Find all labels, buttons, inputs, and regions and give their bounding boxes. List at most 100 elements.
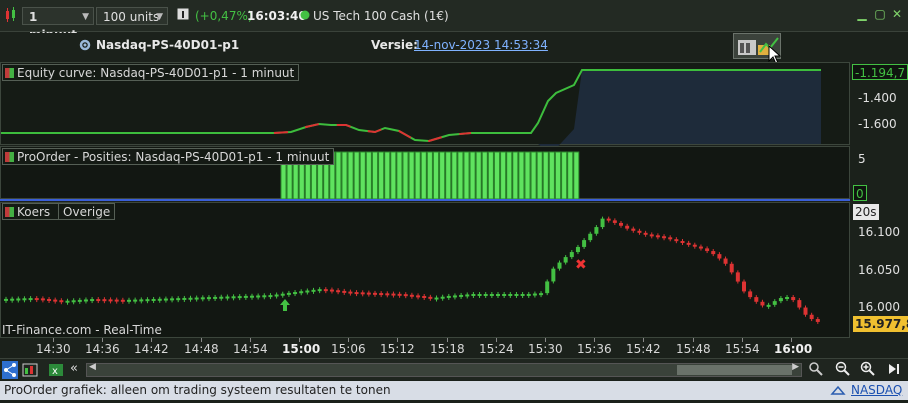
share-icon[interactable] xyxy=(2,361,18,379)
candle xyxy=(815,319,820,322)
candle xyxy=(225,296,230,299)
time-axis-tick-mark xyxy=(545,338,546,342)
info-icon[interactable] xyxy=(177,7,189,25)
minimize-icon[interactable]: ▁ xyxy=(856,8,868,20)
position-bar xyxy=(481,151,488,200)
time-axis-tick: 15:36 xyxy=(577,342,612,356)
candle xyxy=(705,248,710,252)
time-axis-tick-mark xyxy=(447,338,448,342)
candle xyxy=(723,258,728,264)
time-axis-tick-mark xyxy=(250,338,251,342)
candle xyxy=(594,227,599,234)
position-bar xyxy=(445,151,452,200)
position-bar xyxy=(524,151,531,200)
candle xyxy=(428,296,433,299)
candle xyxy=(778,298,783,302)
candle xyxy=(163,298,168,301)
candle xyxy=(385,293,390,296)
candle xyxy=(77,299,82,302)
spreadsheet-icon[interactable]: x xyxy=(48,362,64,381)
candle xyxy=(373,292,377,295)
time-axis-tick: 15:42 xyxy=(626,342,661,356)
close-icon[interactable]: ✕ xyxy=(891,8,903,20)
candle xyxy=(403,294,408,297)
time-axis-tick-mark xyxy=(299,338,300,342)
candle xyxy=(742,281,746,292)
candle xyxy=(237,296,242,299)
scroll-end-icon[interactable] xyxy=(886,361,902,380)
equity-axis-label: -1.600 xyxy=(858,117,897,131)
position-bar xyxy=(378,151,385,200)
candle xyxy=(422,296,427,299)
interval-select[interactable]: 1 minuut ▼ xyxy=(22,7,94,42)
positions-axis-label: 5 xyxy=(858,152,866,166)
time-axis-tick-mark xyxy=(348,338,349,342)
candle xyxy=(754,297,759,302)
candle xyxy=(256,295,261,298)
candle xyxy=(797,300,802,308)
candle xyxy=(28,298,33,301)
candle xyxy=(90,299,95,302)
panel-divider[interactable] xyxy=(0,199,850,201)
candle xyxy=(366,292,371,295)
scrollbar-thumb[interactable] xyxy=(677,365,792,375)
strategy-header: Nasdaq-PS-40D01-p1 Versie: 14-nov-2023 1… xyxy=(0,33,908,65)
position-bar xyxy=(451,151,458,200)
price-axis-label: 16.100 xyxy=(858,225,900,239)
candle xyxy=(748,291,753,298)
chart-layout-icon[interactable] xyxy=(22,362,38,381)
maximize-icon[interactable]: ▢ xyxy=(874,8,886,20)
equity-panel: Equity curve: Nasdaq-PS-40D01-p1 - 1 min… xyxy=(0,62,850,146)
candle xyxy=(194,297,199,300)
version-link[interactable]: 14-nov-2023 14:53:34 xyxy=(414,38,548,52)
exit-cross-icon: ✖ xyxy=(575,257,587,273)
candle xyxy=(139,299,144,302)
candle xyxy=(557,262,562,269)
gear-icon xyxy=(78,38,92,55)
zoom-out-icon[interactable] xyxy=(835,361,851,380)
candle xyxy=(785,297,790,300)
zoom-in-icon[interactable] xyxy=(860,361,876,380)
chevron-right-icon[interactable]: ▶ xyxy=(792,362,799,372)
equity-panel-label: Equity curve: Nasdaq-PS-40D01-p1 - 1 min… xyxy=(2,64,300,81)
position-bar xyxy=(420,151,427,200)
price-panel-label: Koers Overige xyxy=(2,203,116,220)
candle xyxy=(47,298,52,301)
candle xyxy=(680,241,685,244)
candle xyxy=(772,301,777,305)
position-bar xyxy=(372,151,378,200)
scroll-left-icon[interactable]: « xyxy=(70,361,78,376)
time-axis-tick: 14:42 xyxy=(134,342,169,356)
time-axis-tick-mark xyxy=(201,338,202,342)
candle xyxy=(674,239,679,242)
time-axis-tick-mark xyxy=(742,338,743,342)
candle xyxy=(600,218,605,228)
candle xyxy=(243,295,248,298)
zoom-fit-icon[interactable] xyxy=(808,361,824,380)
market-link[interactable]: NASDAQ xyxy=(851,381,902,400)
time-axis-tick-mark xyxy=(791,338,792,342)
candle xyxy=(219,296,224,299)
candle xyxy=(323,289,328,292)
strategy-name: Nasdaq-PS-40D01-p1 xyxy=(96,38,240,52)
interval-badge: 20s xyxy=(853,204,879,220)
candle xyxy=(145,299,150,302)
horizontal-scrollbar[interactable]: ◀ ▶ xyxy=(86,362,802,377)
tab-other[interactable]: Overige xyxy=(58,204,114,220)
position-bar xyxy=(555,151,561,200)
position-bar xyxy=(542,151,549,200)
svg-text:x: x xyxy=(52,366,58,377)
units-select[interactable]: 100 units ▼ xyxy=(96,7,168,25)
time-axis-tick: 15:18 xyxy=(430,342,465,356)
time-axis-tick: 15:30 xyxy=(528,342,563,356)
candle xyxy=(268,295,273,298)
candlestick-icon[interactable] xyxy=(4,7,18,25)
chevron-left-icon[interactable]: ◀ xyxy=(89,362,96,372)
position-bar xyxy=(530,151,537,200)
exchange-link-icon[interactable] xyxy=(830,384,846,403)
candle xyxy=(409,294,414,297)
candle xyxy=(286,292,291,295)
time-axis-tick-mark xyxy=(496,338,497,342)
time-axis-tick-mark xyxy=(693,338,694,342)
position-bar xyxy=(335,151,342,200)
